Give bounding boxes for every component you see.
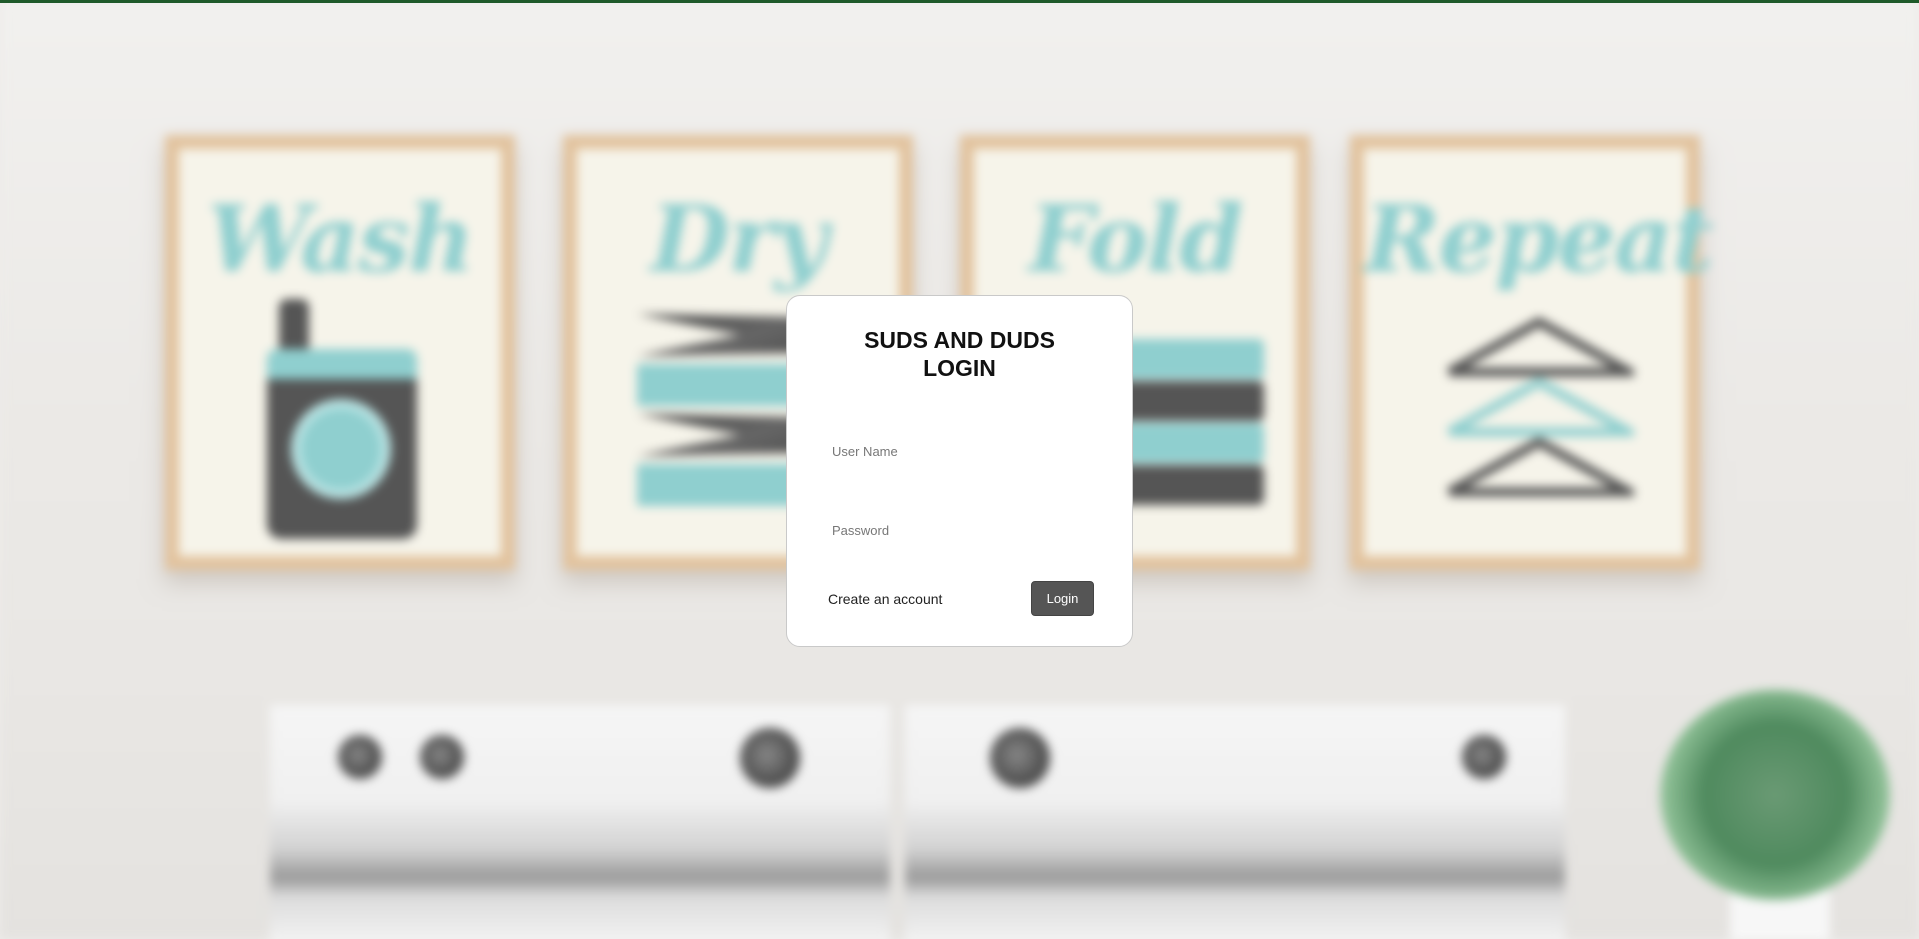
frame-word: Wash [207, 185, 475, 293]
username-input[interactable] [832, 436, 1089, 466]
detergent-bottle-art [279, 299, 309, 354]
frame-word: Fold [1028, 185, 1244, 293]
top-accent-line [0, 0, 1919, 3]
hanger-art [1446, 316, 1634, 377]
frame-word: Repeat [1364, 185, 1714, 293]
knob-art [338, 735, 382, 779]
password-input[interactable] [832, 515, 1089, 545]
login-page: Wash Dry Fold Repeat SUDS AND DUDS LOGIN… [0, 0, 1919, 939]
login-button[interactable]: Login [1031, 581, 1094, 616]
frame-word: Dry [650, 185, 828, 293]
login-title: SUDS AND DUDS LOGIN [864, 327, 1055, 381]
login-card: SUDS AND DUDS LOGIN Create an account Lo… [786, 295, 1133, 647]
repeat-frame: Repeat [1350, 135, 1714, 570]
create-account-link[interactable]: Create an account [828, 591, 942, 607]
wash-frame: Wash [165, 135, 515, 570]
plant-art [1660, 690, 1890, 900]
